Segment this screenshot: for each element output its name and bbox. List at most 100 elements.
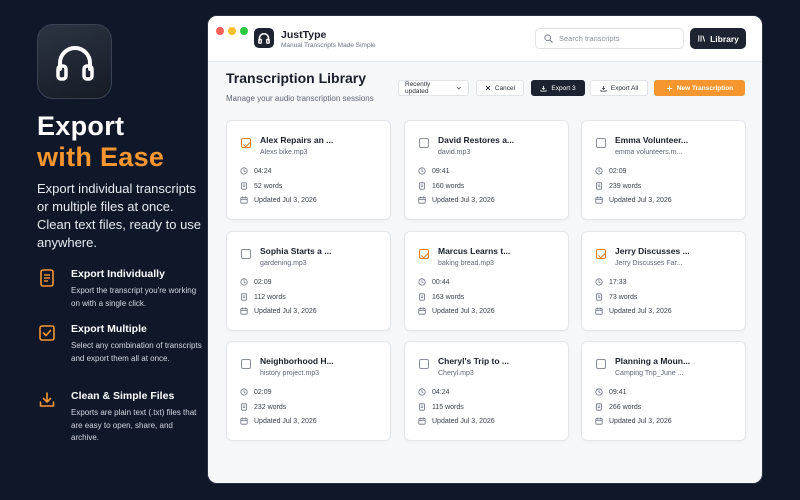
card-updated: Updated Jul 3, 2026 xyxy=(595,417,672,425)
card-checkbox[interactable] xyxy=(419,138,429,148)
card-filename: gardening.mp3 xyxy=(260,260,307,267)
promo-intro: Export individual transcripts or multipl… xyxy=(37,181,202,250)
card-checkbox[interactable] xyxy=(596,249,606,259)
clock-icon xyxy=(595,388,603,396)
card-duration: 02:09 xyxy=(595,167,627,175)
calendar-icon xyxy=(595,196,603,204)
card-checkbox[interactable] xyxy=(241,359,251,369)
page-subtitle: Manage your audio transcription sessions xyxy=(226,94,374,103)
card-filename: Jerry Discusses Far... xyxy=(615,260,683,267)
document-icon xyxy=(596,182,602,190)
document-icon xyxy=(419,182,425,190)
card-checkbox[interactable] xyxy=(419,249,429,259)
sort-dropdown[interactable]: Recently updated xyxy=(398,80,469,96)
download-icon xyxy=(540,85,547,92)
card-word-count: 160 words xyxy=(418,182,464,190)
search-input[interactable] xyxy=(559,34,669,43)
feature-desc: Select any combination of transcripts an… xyxy=(71,341,202,363)
card-updated: Updated Jul 3, 2026 xyxy=(240,196,317,204)
card-filename: emma volunteers.m... xyxy=(615,149,683,156)
card-title: Marcus Learns t... xyxy=(438,246,511,256)
card-filename: Camping Trip_June ... xyxy=(615,370,684,377)
clock-icon xyxy=(418,388,426,396)
calendar-icon xyxy=(595,417,603,425)
card-duration: 00:44 xyxy=(418,278,450,286)
card-filename: baking bread.mp3 xyxy=(438,260,495,267)
card-duration: 09:41 xyxy=(595,388,627,396)
card-word-count: 52 words xyxy=(240,182,282,190)
plus-icon xyxy=(666,85,672,91)
calendar-icon xyxy=(240,417,248,425)
app-subtitle: Manual Transcripts Made Simple xyxy=(281,42,376,49)
transcript-card[interactable]: Planning a Moun... Camping Trip_June ...… xyxy=(581,341,746,441)
clock-icon xyxy=(240,388,248,396)
checkbox-icon xyxy=(39,325,55,341)
promo-panel: Export with Ease Export individual trans… xyxy=(0,0,205,500)
app-name: JustType xyxy=(281,29,327,41)
feature-desc: Export the transcript you're working on … xyxy=(71,286,197,308)
card-checkbox[interactable] xyxy=(596,359,606,369)
feature-title: Export Individually xyxy=(71,268,165,280)
card-updated: Updated Jul 3, 2026 xyxy=(240,417,317,425)
new-transcription-label: New Transcription xyxy=(676,84,734,92)
download-icon xyxy=(39,392,55,407)
document-icon xyxy=(596,293,602,301)
card-title: Sophia Starts a ... xyxy=(260,246,332,256)
export-all-button[interactable]: Export All xyxy=(590,80,648,96)
document-icon xyxy=(40,269,54,287)
card-filename: history project.mp3 xyxy=(260,370,320,377)
transcript-card[interactable]: Alex Repairs an ... Alexs bike.mp3 04:24… xyxy=(226,120,391,220)
feature-title: Export Multiple xyxy=(71,323,147,335)
search-box[interactable] xyxy=(535,28,684,49)
library-button[interactable]: Library xyxy=(690,28,746,49)
card-filename: Cheryl.mp3 xyxy=(438,370,474,377)
close-icon xyxy=(485,85,491,91)
headphones-icon xyxy=(258,33,270,44)
transcript-card[interactable]: Emma Volunteer... emma volunteers.m... 0… xyxy=(581,120,746,220)
feature-export-individually: Export Individually Export the transcrip… xyxy=(37,268,202,310)
card-duration: 09:41 xyxy=(418,167,450,175)
zoom-window-button[interactable] xyxy=(240,27,248,35)
export-selected-button[interactable]: Export 3 xyxy=(531,80,585,96)
document-icon xyxy=(241,293,247,301)
card-title: Alex Repairs an ... xyxy=(260,135,334,145)
card-word-count: 266 words xyxy=(595,403,641,411)
calendar-icon xyxy=(595,307,603,315)
card-checkbox[interactable] xyxy=(241,138,251,148)
card-updated: Updated Jul 3, 2026 xyxy=(240,307,317,315)
card-title: Emma Volunteer... xyxy=(615,135,689,145)
card-checkbox[interactable] xyxy=(241,249,251,259)
card-checkbox[interactable] xyxy=(596,138,606,148)
transcript-card[interactable]: Cheryl's Trip to ... Cheryl.mp3 04:24 11… xyxy=(404,341,569,441)
export-all-label: Export All xyxy=(610,84,639,92)
transcript-card[interactable]: Neighborhood H... history project.mp3 02… xyxy=(226,341,391,441)
clock-icon xyxy=(595,167,603,175)
calendar-icon xyxy=(240,307,248,315)
card-updated: Updated Jul 3, 2026 xyxy=(418,417,495,425)
feature-title: Clean & Simple Files xyxy=(71,390,175,402)
clock-icon xyxy=(240,278,248,286)
card-duration: 17:33 xyxy=(595,278,627,286)
new-transcription-button[interactable]: New Transcription xyxy=(654,80,745,96)
app-icon xyxy=(37,24,112,99)
card-word-count: 115 words xyxy=(418,403,464,411)
transcript-card[interactable]: Sophia Starts a ... gardening.mp3 02:09 … xyxy=(226,231,391,331)
card-word-count: 163 words xyxy=(418,293,464,301)
app-logo xyxy=(254,28,274,48)
transcript-card[interactable]: Marcus Learns t... baking bread.mp3 00:4… xyxy=(404,231,569,331)
minimize-window-button[interactable] xyxy=(228,27,236,35)
document-icon xyxy=(596,403,602,411)
transcript-card[interactable]: David Restores a... david.mp3 09:41 160 … xyxy=(404,120,569,220)
transcript-card[interactable]: Jerry Discusses ... Jerry Discusses Far.… xyxy=(581,231,746,331)
close-window-button[interactable] xyxy=(216,27,224,35)
card-filename: david.mp3 xyxy=(438,149,471,156)
export-selected-label: Export 3 xyxy=(551,84,576,92)
feature-clean-files: Clean & Simple Files Exports are plain t… xyxy=(37,390,202,445)
headline-line-1: Export xyxy=(37,111,125,141)
card-checkbox[interactable] xyxy=(419,359,429,369)
download-icon xyxy=(600,85,607,92)
calendar-icon xyxy=(418,196,426,204)
card-updated: Updated Jul 3, 2026 xyxy=(418,196,495,204)
feature-desc: Exports are plain text (.txt) files that… xyxy=(71,408,197,442)
cancel-button[interactable]: Cancel xyxy=(476,80,524,96)
